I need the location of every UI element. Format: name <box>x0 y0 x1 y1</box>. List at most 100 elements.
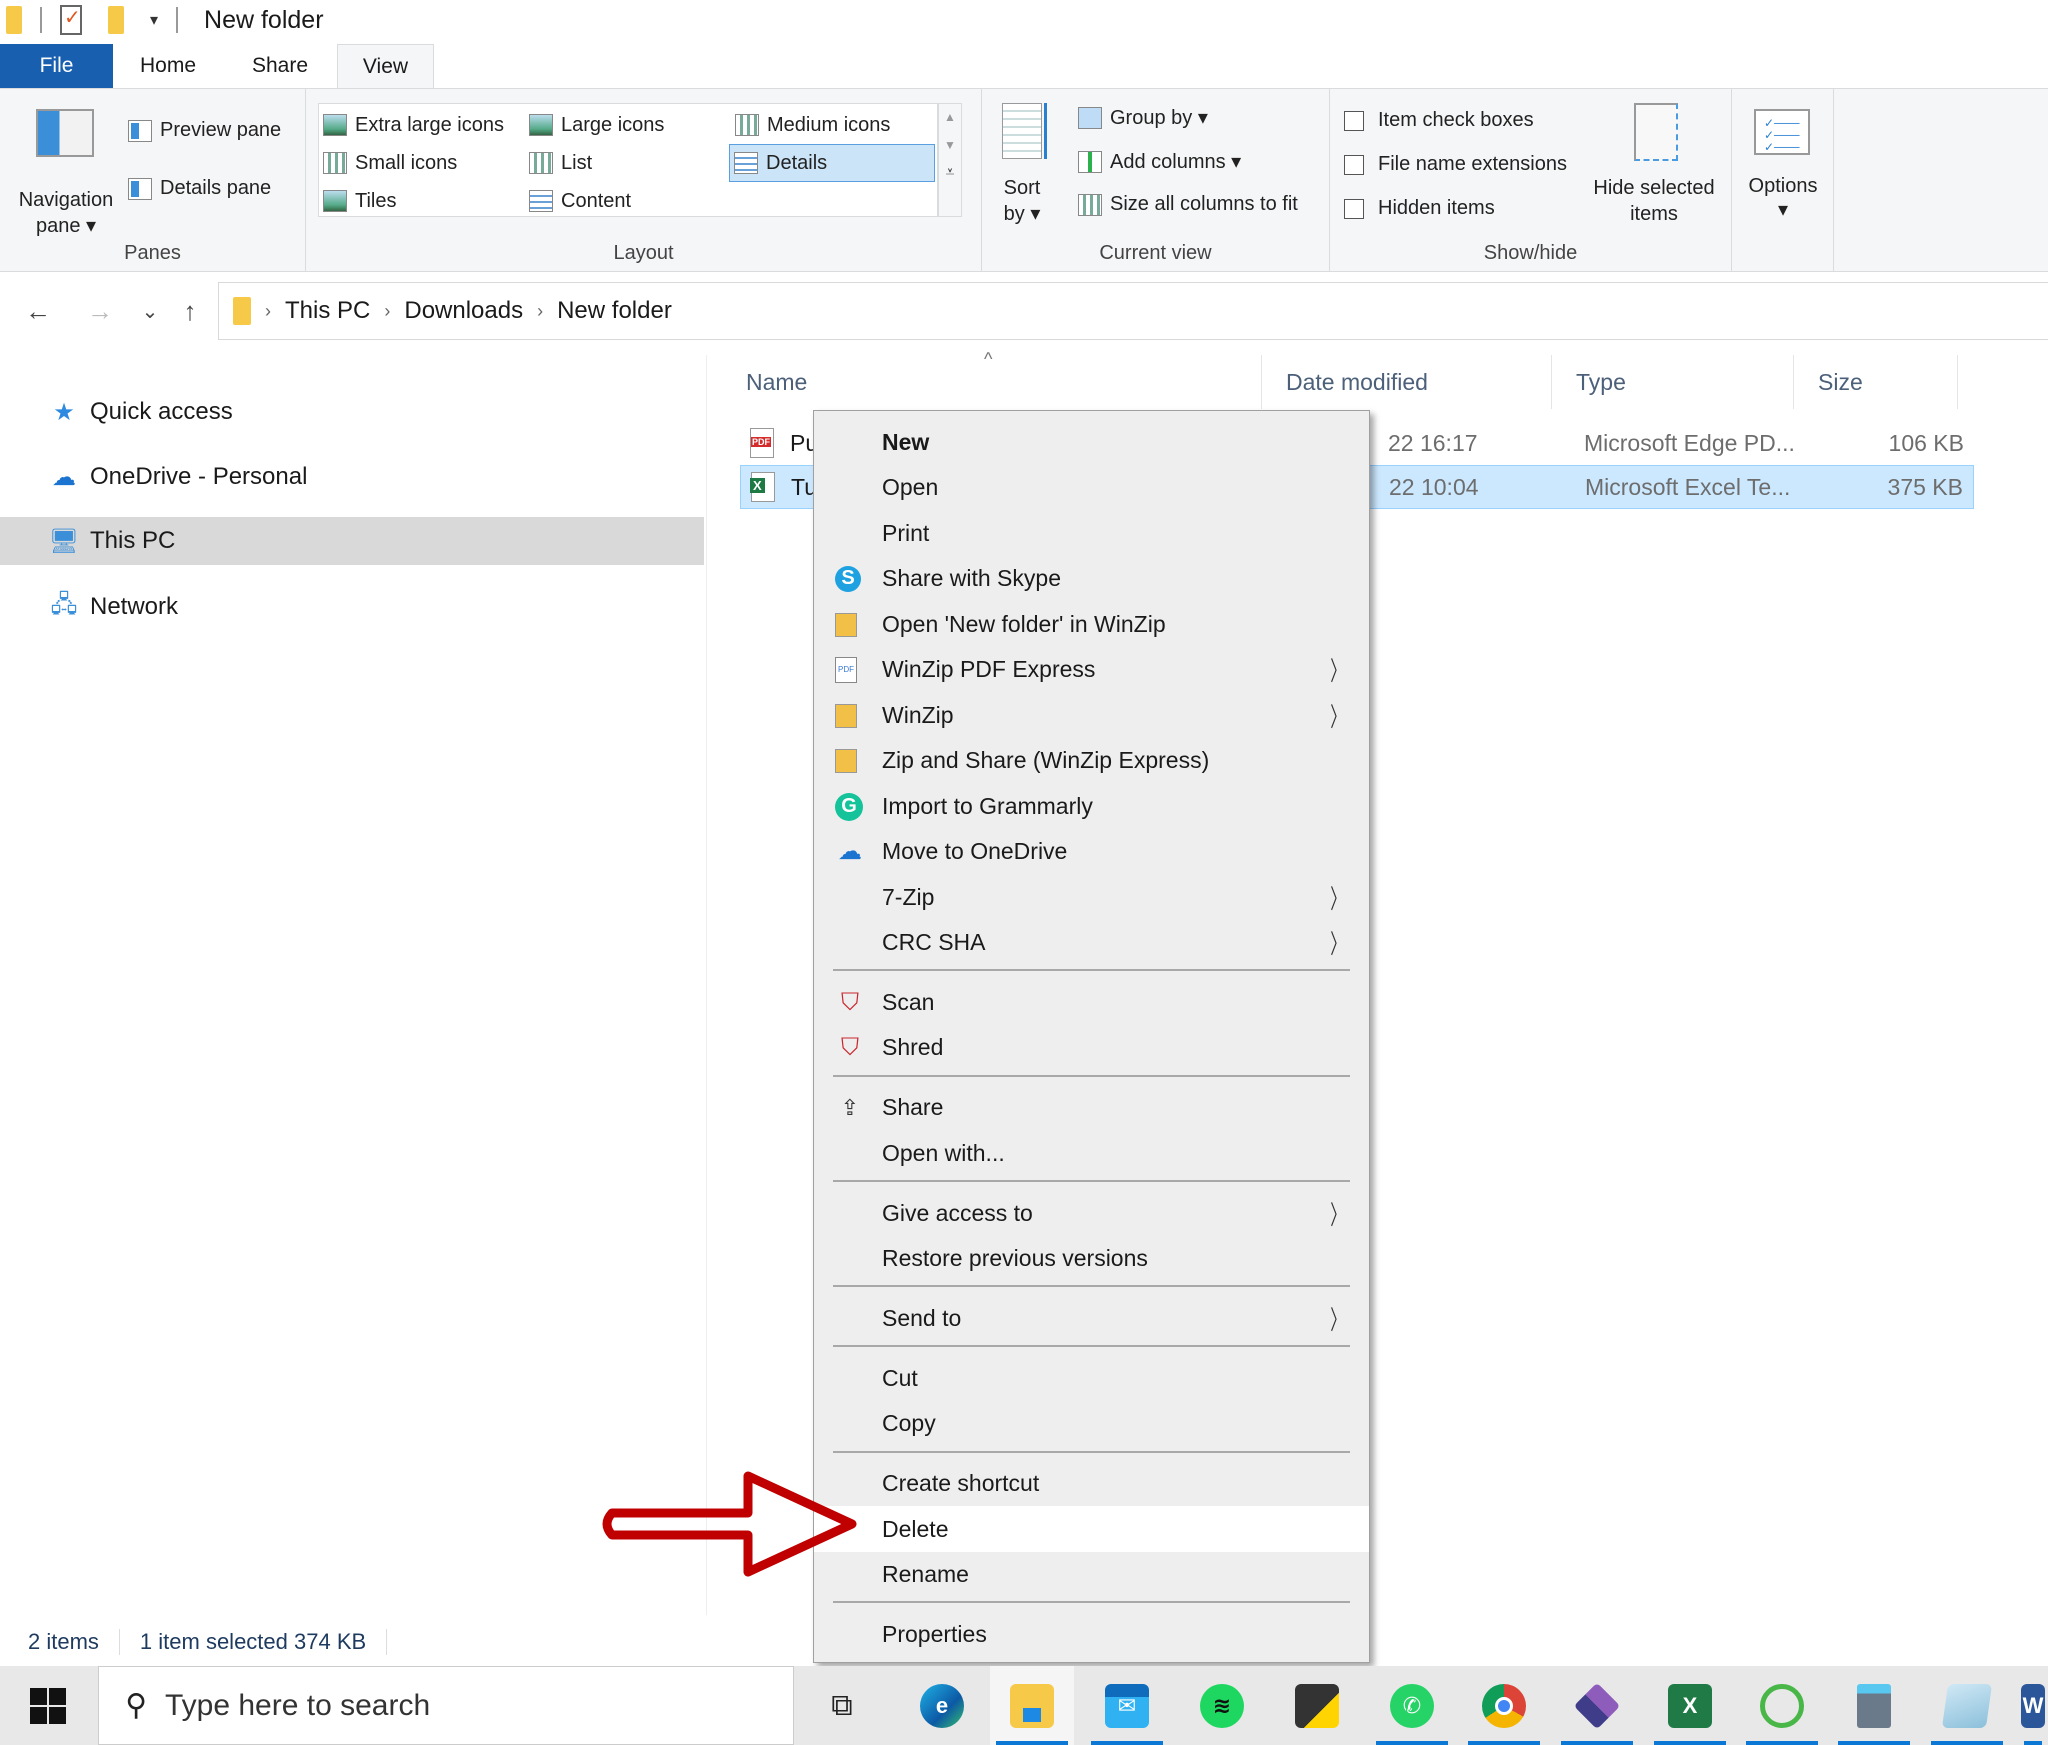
menu-item-copy[interactable]: Copy <box>814 1401 1369 1446</box>
preview-pane-button[interactable]: Preview pane <box>128 119 281 142</box>
breadcrumb-separator[interactable]: › <box>537 301 543 322</box>
taskbar-greenshot[interactable] <box>1740 1666 1824 1745</box>
menu-item-share-with-skype[interactable]: S Share with Skype <box>814 556 1369 601</box>
back-button[interactable]: ← <box>16 296 60 327</box>
nav-item-onedrive[interactable]: ☁ OneDrive - Personal <box>0 453 704 501</box>
details-pane-button[interactable]: Details pane <box>128 177 271 200</box>
menu-item-winzip-pdf-express[interactable]: PDF WinZip PDF Express 〉 <box>814 647 1369 692</box>
menu-item-7-zip[interactable]: 7-Zip 〉 <box>814 875 1369 920</box>
nav-item-quick-access[interactable]: ★ Quick access <box>0 388 704 436</box>
menu-item-zip-and-share[interactable]: Zip and Share (WinZip Express) <box>814 738 1369 783</box>
menu-item-move-to-onedrive[interactable]: ☁ Move to OneDrive <box>814 829 1369 874</box>
layout-list[interactable]: List <box>529 148 592 178</box>
size-all-columns-button[interactable]: Size all columns to fit <box>1078 193 1298 216</box>
taskbar-search-box[interactable]: ⚲ Type here to search <box>98 1666 794 1745</box>
tab-share[interactable]: Share <box>223 44 337 88</box>
tab-view[interactable]: View <box>337 44 434 88</box>
taskbar-task-view[interactable]: ⧉ <box>800 1666 884 1745</box>
layout-gallery-scroll[interactable]: ▲ ▼ ⩡ <box>938 103 962 217</box>
menu-item-properties[interactable]: Properties <box>814 1612 1369 1657</box>
taskbar-word[interactable]: W <box>2018 1666 2048 1745</box>
menu-item-shred[interactable]: ⛉ Shred <box>814 1025 1369 1070</box>
taskbar-visual-studio[interactable] <box>1555 1666 1639 1745</box>
breadcrumb-new-folder[interactable]: New folder <box>557 297 672 325</box>
menu-item-new[interactable]: New <box>814 420 1369 465</box>
hide-selected-items-button[interactable]: Hide selected items <box>1584 103 1724 233</box>
properties-icon[interactable] <box>60 5 82 35</box>
nav-item-this-pc[interactable]: 🖥 This PC <box>0 517 704 565</box>
sort-by-button[interactable]: Sort by ▾ <box>992 103 1052 233</box>
breadcrumb-this-pc[interactable]: This PC <box>285 297 370 325</box>
breadcrumb-separator[interactable]: › <box>265 301 271 322</box>
menu-item-rename[interactable]: Rename <box>814 1552 1369 1597</box>
file-name-extensions-toggle[interactable]: File name extensions <box>1344 153 1567 176</box>
scroll-down-icon[interactable]: ▼ <box>939 138 961 152</box>
tab-home[interactable]: Home <box>113 44 223 88</box>
menu-item-restore-previous-versions[interactable]: Restore previous versions <box>814 1236 1369 1281</box>
layout-small-icons[interactable]: Small icons <box>323 148 457 178</box>
gallery-expand-icon[interactable]: ⩡ <box>939 164 961 182</box>
layout-details[interactable]: Details <box>729 144 935 182</box>
layout-medium-icons[interactable]: Medium icons <box>735 110 890 140</box>
taskbar-sticky-notes[interactable] <box>1275 1666 1359 1745</box>
column-header-type[interactable]: Type <box>1552 355 1794 409</box>
column-header-size[interactable]: Size <box>1794 355 1958 409</box>
menu-item-winzip[interactable]: WinZip 〉 <box>814 693 1369 738</box>
hidden-items-toggle[interactable]: Hidden items <box>1344 197 1495 220</box>
menu-item-import-to-grammarly[interactable]: G Import to Grammarly <box>814 784 1369 829</box>
options-label: Options <box>1748 175 1818 197</box>
taskbar-file-explorer[interactable] <box>990 1666 1074 1745</box>
breadcrumb-separator[interactable]: › <box>384 301 390 322</box>
forward-button[interactable]: → <box>78 296 122 327</box>
menu-item-open-with[interactable]: Open with... <box>814 1131 1369 1176</box>
show-hide-group-label: Show/hide <box>1483 242 1578 264</box>
menu-item-crc-sha[interactable]: CRC SHA 〉 <box>814 920 1369 965</box>
layout-extra-large-icons[interactable]: Extra large icons <box>323 110 504 140</box>
taskbar-spotify[interactable]: ≋ <box>1180 1666 1264 1745</box>
add-columns-button[interactable]: Add columns ▾ <box>1078 149 1241 174</box>
taskbar-mail[interactable]: ✉ <box>1085 1666 1169 1745</box>
menu-item-give-access-to[interactable]: Give access to 〉 <box>814 1191 1369 1236</box>
menu-item-create-shortcut[interactable]: Create shortcut <box>814 1461 1369 1506</box>
menu-item-print[interactable]: Print <box>814 511 1369 556</box>
hidden-items-checkbox[interactable] <box>1344 198 1364 219</box>
nav-item-network[interactable]: 🖧 Network <box>0 583 704 631</box>
taskbar-chrome[interactable] <box>1462 1666 1546 1745</box>
tab-file[interactable]: File <box>0 44 113 88</box>
layout-option-label: Small icons <box>355 151 458 174</box>
group-by-button[interactable]: Group by ▾ <box>1078 105 1208 130</box>
menu-item-delete[interactable]: Delete <box>814 1506 1369 1552</box>
column-header-name[interactable]: Name <box>722 355 1262 409</box>
menu-item-share[interactable]: ⇪ Share <box>814 1085 1369 1130</box>
taskbar-edge[interactable]: e <box>900 1666 984 1745</box>
new-folder-icon[interactable] <box>108 6 124 34</box>
item-check-boxes-toggle[interactable]: Item check boxes <box>1344 109 1534 132</box>
item-count: 2 items <box>28 1629 99 1654</box>
pane-divider[interactable] <box>706 355 707 1615</box>
recent-locations-button[interactable]: ⌄ <box>128 299 172 324</box>
file-name-extensions-checkbox[interactable] <box>1344 154 1364 175</box>
layout-content[interactable]: Content <box>529 186 631 216</box>
taskbar-excel[interactable]: X <box>1648 1666 1732 1745</box>
layout-large-icons[interactable]: Large icons <box>529 110 664 140</box>
menu-item-open-in-winzip[interactable]: Open 'New folder' in WinZip <box>814 602 1369 647</box>
taskbar-calculator[interactable] <box>1832 1666 1916 1745</box>
menu-item-scan[interactable]: ⛉ Scan <box>814 980 1369 1025</box>
layout-tiles[interactable]: Tiles <box>323 186 396 216</box>
scroll-up-icon[interactable]: ▲ <box>939 110 961 124</box>
address-bar[interactable]: › This PC › Downloads › New folder <box>218 282 2048 340</box>
menu-item-open[interactable]: Open <box>814 465 1369 510</box>
start-button[interactable] <box>30 1688 66 1724</box>
breadcrumb-downloads[interactable]: Downloads <box>404 297 523 325</box>
column-header-date-modified[interactable]: Date modified <box>1262 355 1552 409</box>
menu-item-send-to[interactable]: Send to 〉 <box>814 1296 1369 1341</box>
item-check-boxes-checkbox[interactable] <box>1344 110 1364 131</box>
customize-dropdown-icon[interactable]: ▾ <box>150 10 158 30</box>
navigation-pane-button[interactable]: Navigation pane ▾ <box>8 103 124 237</box>
options-button[interactable]: ✓─── ✓─── ✓─── Options ▾ <box>1740 109 1826 239</box>
taskbar-notepad[interactable] <box>1925 1666 2009 1745</box>
up-button[interactable]: ↑ <box>168 296 212 327</box>
taskbar-whatsapp[interactable]: ✆ <box>1370 1666 1454 1745</box>
menu-item-cut[interactable]: Cut <box>814 1356 1369 1401</box>
network-icon: 🖧 <box>50 590 78 618</box>
